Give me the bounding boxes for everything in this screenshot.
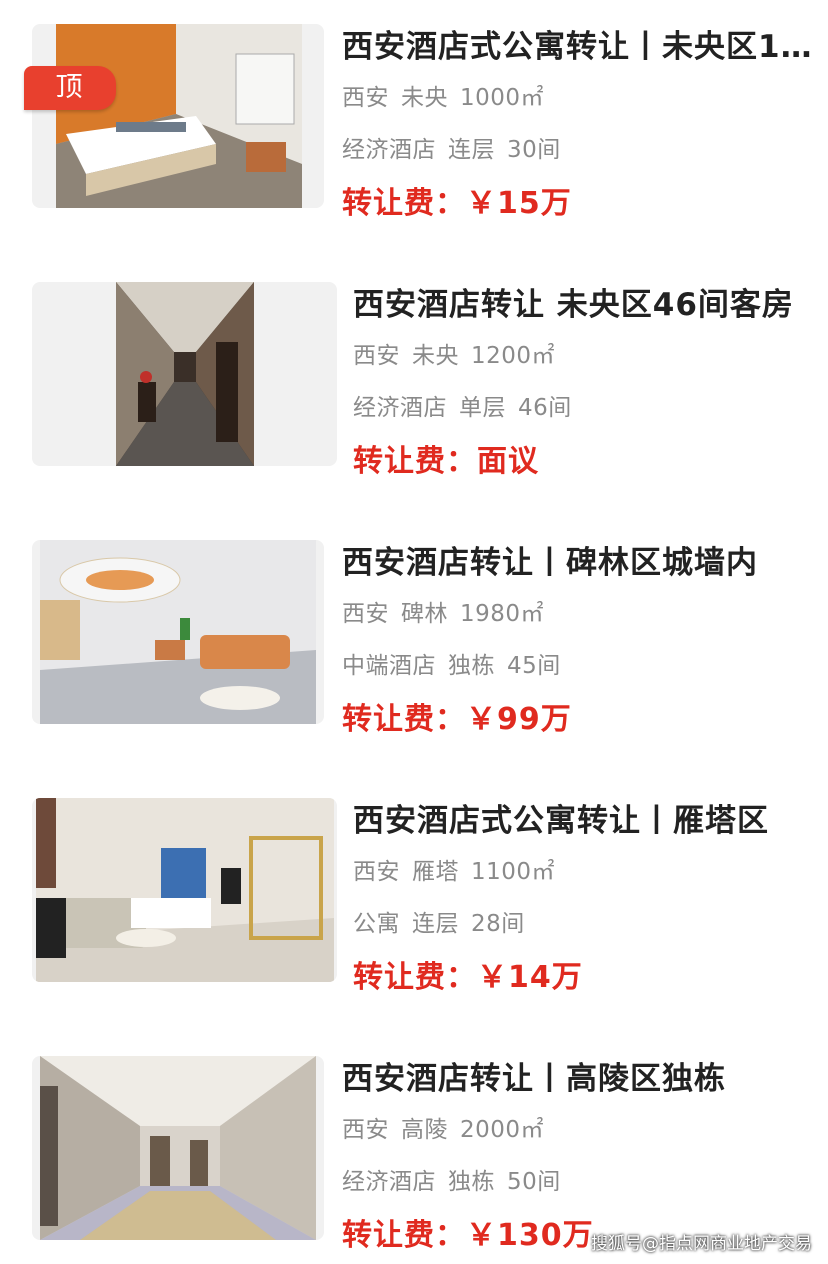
hotel-corridor-photo [116, 282, 254, 466]
hotel-type: 公寓 [353, 911, 400, 937]
city: 西安 [353, 859, 400, 885]
fee-label: 转让费： [342, 186, 466, 221]
fee-label: 转让费： [353, 960, 477, 995]
listing-specs: 经济酒店 独栋 50间 [342, 1162, 573, 1196]
listing-photo [32, 282, 337, 466]
hotel-type: 经济酒店 [353, 395, 447, 421]
listing-specs: 公寓 连层 28间 [353, 904, 537, 938]
listing-specs: 经济酒店 连层 30间 [342, 130, 573, 164]
floors: 连层 [448, 137, 495, 163]
hotel-hallway-photo [40, 1056, 316, 1240]
rooms: 30间 [507, 137, 561, 163]
rooms: 45间 [507, 653, 561, 679]
district: 碑林 [401, 601, 448, 627]
listing-title[interactable]: 西安酒店转让 未央区46间客房 [353, 279, 823, 324]
city: 西安 [353, 343, 400, 369]
hotel-type: 经济酒店 [342, 1169, 436, 1195]
area: 1200㎡ [471, 343, 556, 369]
transfer-fee: 转让费：￥14万 [353, 952, 583, 996]
listing-card[interactable]: 西安酒店转让丨碑林区城墙内 西安 碑林 1980㎡ 中端酒店 独栋 45间 转让费：￥9… [0, 516, 828, 737]
floors: 单层 [459, 395, 506, 421]
fee-value: ￥14万 [477, 960, 583, 995]
listing-card[interactable]: 西安酒店式公寓转让丨雁塔区 西安 雁塔 1100㎡ 公寓 连层 28间 转让费：￥14万 [0, 774, 828, 995]
area: 1000㎡ [460, 85, 545, 111]
listing-location: 西安 碑林 1980㎡ [342, 594, 556, 628]
top-badge: 顶 [24, 66, 116, 110]
fee-value: ￥99万 [466, 702, 572, 737]
hotel-type: 经济酒店 [342, 137, 436, 163]
city: 西安 [342, 1117, 389, 1143]
listing-title[interactable]: 西安酒店式公寓转让丨雁塔区 [353, 795, 823, 840]
transfer-fee: 转让费：￥130万 [342, 1210, 594, 1254]
rooms: 28间 [471, 911, 525, 937]
listing-photo [32, 798, 337, 982]
district: 高陵 [401, 1117, 448, 1143]
listing-photo [32, 540, 324, 724]
rooms: 46间 [518, 395, 572, 421]
listing-title[interactable]: 西安酒店转让丨碑林区城墙内 [342, 537, 812, 582]
listing-card[interactable]: 西安酒店转让丨高陵区独栋 西安 高陵 2000㎡ 经济酒店 独栋 50间 转让费：￥13… [0, 1032, 828, 1253]
district: 雁塔 [412, 859, 459, 885]
transfer-fee: 转让费：￥15万 [342, 178, 572, 222]
floors: 独栋 [448, 1169, 495, 1195]
listing-location: 西安 雁塔 1100㎡ [353, 852, 567, 886]
district: 未央 [412, 343, 459, 369]
listing-photo [32, 1056, 324, 1240]
city: 西安 [342, 601, 389, 627]
hotel-lobby-photo [40, 540, 316, 724]
listing-location: 西安 未央 1200㎡ [353, 336, 567, 370]
hotel-room-photo [56, 24, 302, 208]
apartment-room-photo [36, 798, 334, 982]
fee-label: 转让费： [342, 1218, 466, 1253]
listing-location: 西安 高陵 2000㎡ [342, 1110, 556, 1144]
floors: 独栋 [448, 653, 495, 679]
fee-label: 转让费： [353, 444, 477, 479]
transfer-fee: 转让费：面议 [353, 436, 539, 480]
listing-specs: 经济酒店 单层 46间 [353, 388, 584, 422]
area: 2000㎡ [460, 1117, 545, 1143]
watermark: 搜狐号@指点网商业地产交易 [591, 1234, 812, 1254]
city: 西安 [342, 85, 389, 111]
district: 未央 [401, 85, 448, 111]
area: 1100㎡ [471, 859, 556, 885]
listing-photo [32, 24, 324, 208]
listing-location: 西安 未央 1000㎡ [342, 78, 556, 112]
rooms: 50间 [507, 1169, 561, 1195]
fee-value: ￥130万 [466, 1218, 594, 1253]
listing-card[interactable]: 西安酒店转让 未央区46间客房 西安 未央 1200㎡ 经济酒店 单层 46间 转让费：… [0, 258, 828, 479]
hotel-type: 中端酒店 [342, 653, 436, 679]
fee-label: 转让费： [342, 702, 466, 737]
fee-value: 面议 [477, 444, 539, 479]
floors: 连层 [412, 911, 459, 937]
listing-title[interactable]: 西安酒店转让丨高陵区独栋 [342, 1053, 812, 1098]
listing-title[interactable]: 西安酒店式公寓转让丨未央区1000平 [342, 21, 812, 66]
transfer-fee: 转让费：￥99万 [342, 694, 572, 738]
listing-specs: 中端酒店 独栋 45间 [342, 646, 573, 680]
area: 1980㎡ [460, 601, 545, 627]
listing-card[interactable]: 顶 西安酒店式公寓转让丨未央区1000平 西安未央 1000㎡ 经济酒店连层 30间… [0, 0, 828, 221]
fee-value: ￥15万 [466, 186, 572, 221]
